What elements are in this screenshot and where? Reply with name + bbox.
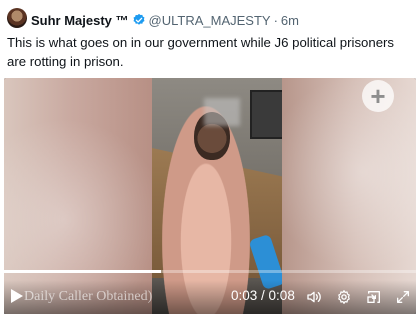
tweet-card: Suhr Majesty ™ @ULTRA_MAJESTY · 6m This … [0,0,420,318]
video-progress-fill [4,270,161,273]
video-progress-bar[interactable] [4,270,416,273]
video-controls: Daily Caller Obtained) 0:03 / 0:08 [4,280,416,314]
picture-in-picture-icon[interactable] [366,289,382,305]
author-name[interactable]: Suhr Majesty ™ [31,13,129,28]
video-blur-left [4,78,154,314]
video-watermark-caption: Daily Caller Obtained) [24,289,153,304]
video-duration: 0:08 [268,288,295,303]
tweet-timestamp[interactable]: 6m [281,13,299,28]
video-blur-right [282,78,416,314]
current-time: 0:03 [231,288,258,303]
video-blur-patch [204,98,240,126]
volume-icon[interactable] [306,289,322,305]
author-handle[interactable]: @ULTRA_MAJESTY [149,13,271,28]
fullscreen-icon[interactable] [395,289,411,305]
video-timecode: 0:03 / 0:08 [231,288,295,303]
add-button[interactable]: + [362,80,394,112]
avatar[interactable] [7,8,27,28]
video-player[interactable] [4,78,416,314]
header-separator: · [273,12,278,28]
tweet-text: This is what goes on in our government w… [7,35,395,69]
video-frame [152,78,286,314]
plus-icon: + [370,81,386,111]
settings-icon[interactable] [336,289,352,305]
time-separator: / [257,288,269,303]
verified-badge-icon [133,13,145,25]
play-icon[interactable] [11,289,23,303]
video-monitor [250,90,284,139]
tweet-header: Suhr Majesty ™ @ULTRA_MAJESTY · 6m [31,11,299,29]
